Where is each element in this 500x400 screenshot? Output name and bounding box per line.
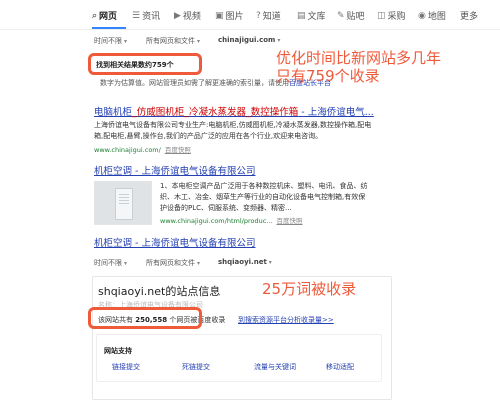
tab-images[interactable]: ▣ 图片 bbox=[215, 9, 244, 23]
video-icon: ▶ bbox=[174, 10, 181, 21]
indexed-pages-highlight bbox=[88, 307, 202, 329]
shopping-icon: ◫ bbox=[377, 10, 386, 21]
dead-link-submit-button[interactable]: 死链提交 bbox=[182, 362, 210, 372]
estimate-text: 数字为估算值。网站管理员如需了解更准确的索引量，请使用 bbox=[100, 79, 289, 87]
time-filter-label: 时间不限 bbox=[94, 37, 122, 45]
question-icon: ? bbox=[256, 10, 261, 21]
result-title-1-hl: _仿威图机柜_冷凝水蒸发器_数控操作箱 bbox=[132, 107, 299, 118]
scope-filter[interactable]: 所有网页和文件 ▾ bbox=[146, 36, 200, 46]
result-thumbnail[interactable] bbox=[94, 181, 152, 225]
tab-purchase[interactable]: ◫ 采购 bbox=[377, 9, 406, 23]
tab-video-label: 视频 bbox=[182, 12, 201, 22]
tab-wenku[interactable]: ▤ 文库 bbox=[297, 9, 326, 23]
result-title-1-pre: 电脑机柜 bbox=[94, 107, 133, 118]
tab-tieba-label: 贴吧 bbox=[346, 12, 365, 22]
tab-map-label: 地图 bbox=[427, 12, 446, 22]
tab-video[interactable]: ▶ 视频 bbox=[174, 9, 201, 23]
tab-images-label: 图片 bbox=[225, 12, 244, 22]
site-support-box bbox=[96, 334, 382, 382]
result-title-2[interactable]: 机柜空调 - 上海侨谊电气设备有限公司 bbox=[94, 163, 255, 177]
result-title-1[interactable]: 电脑机柜_仿威图机柜_冷凝水蒸发器_数控操作箱 - 上海侨谊电气... bbox=[94, 104, 374, 118]
result-snippet-1b: 箱,配电柜,悬臂,操作台,我们的产品广泛的应用在各个行业,欢迎来电咨询。 bbox=[94, 132, 323, 140]
time-filter-bottom-label: 时间不限 bbox=[94, 259, 122, 267]
tab-web[interactable]: ⌕ 网页 bbox=[92, 9, 118, 23]
result-url-2-text: www.chinajigui.com/html/produc... bbox=[160, 217, 273, 225]
scope-filter-label: 所有网页和文件 bbox=[146, 37, 195, 45]
forum-icon: ✎ bbox=[337, 10, 345, 21]
tab-news-label: 资讯 bbox=[142, 12, 161, 22]
document-icon: ▤ bbox=[297, 10, 306, 21]
chevron-down-icon: ▾ bbox=[124, 260, 128, 267]
chevron-down-icon: ▾ bbox=[277, 37, 281, 44]
chevron-down-icon: ▾ bbox=[268, 259, 272, 266]
analyze-index-link[interactable]: 到搜索资源平台分析收录量>> bbox=[238, 315, 334, 325]
image-icon: ▣ bbox=[215, 10, 224, 21]
tab-more[interactable]: 更多 bbox=[460, 9, 478, 22]
result-count-highlight bbox=[88, 53, 202, 75]
site-filter[interactable]: chinajigui.com ▾ bbox=[218, 36, 280, 44]
traffic-keywords-button[interactable]: 流量与关键词 bbox=[254, 362, 296, 372]
news-icon: ☰ bbox=[132, 10, 141, 21]
tab-web-label: 网页 bbox=[99, 12, 118, 22]
active-tab-indicator bbox=[92, 27, 126, 29]
annotation-bottom: 25万词被收录 bbox=[262, 280, 357, 298]
site-filter-bottom[interactable]: shqiaoyi.net ▾ bbox=[218, 258, 272, 266]
vent-grille bbox=[119, 194, 129, 204]
result-snippet-2c: 护设备的PLC、伺服系统、变频器、精密... bbox=[160, 204, 292, 212]
result-snippet-2a: 1、本电柜空调产品广泛用于各种数控机床、塑料、电讯、食品、纺 bbox=[160, 182, 368, 190]
chevron-down-icon: ▾ bbox=[124, 38, 128, 45]
result-title-3[interactable]: 机柜空调 - 上海侨谊电气设备有限公司 bbox=[94, 235, 255, 249]
result-url-2[interactable]: www.chinajigui.com/html/produc... 百度快照 bbox=[160, 215, 302, 225]
result-url-1[interactable]: www.chinajigui.com/百度快照 bbox=[94, 144, 191, 154]
time-filter[interactable]: 时间不限 ▾ bbox=[94, 36, 127, 46]
result-url-1-text: www.chinajigui.com/ bbox=[94, 146, 161, 154]
scope-filter-bottom-label: 所有网页和文件 bbox=[146, 259, 195, 267]
tab-tieba[interactable]: ✎ 贴吧 bbox=[337, 9, 365, 23]
scope-filter-bottom[interactable]: 所有网页和文件 ▾ bbox=[146, 258, 200, 268]
tab-news[interactable]: ☰ 资讯 bbox=[132, 9, 161, 23]
result-title-1-post: - 上海侨谊电气... bbox=[298, 107, 374, 118]
tab-wenku-label: 文库 bbox=[307, 12, 326, 22]
tab-zhidao-label: 知道 bbox=[262, 12, 281, 22]
tab-map[interactable]: ◉ 地图 bbox=[418, 9, 446, 23]
cabinet-image bbox=[115, 188, 133, 220]
site-support-label: 网站支持 bbox=[104, 347, 132, 355]
chevron-down-icon: ▾ bbox=[197, 260, 201, 267]
mobile-adapt-button[interactable]: 移动适配 bbox=[326, 362, 354, 372]
tab-more-label: 更多 bbox=[460, 12, 479, 22]
chevron-down-icon: ▾ bbox=[197, 38, 201, 45]
result-snippet-2b: 织、木工、冶金、烟草生产等行业的自动化设备电气控制箱,有效保 bbox=[160, 193, 366, 201]
search-icon: ⌕ bbox=[92, 10, 98, 21]
annotation-top-line2: 只有759个收录 bbox=[276, 67, 380, 85]
result-snippet-1a: 上海侨谊电气设备有限公司专业生产:电脑机柜,仿威图机柜,冷凝水蒸发器,数控操作箱… bbox=[94, 121, 372, 129]
tab-purchase-label: 采购 bbox=[387, 12, 406, 22]
site-info-title: shqiaoyi.net的站点信息 bbox=[98, 285, 221, 298]
site-filter-bottom-label: shqiaoyi.net bbox=[218, 258, 267, 266]
link-submit-button[interactable]: 链接提交 bbox=[112, 362, 140, 372]
time-filter-bottom[interactable]: 时间不限 ▾ bbox=[94, 258, 127, 268]
site-filter-label: chinajigui.com bbox=[218, 36, 276, 44]
search-nav-bar: ⌕ 网页 ☰ 资讯 ▶ 视频 ▣ 图片 ? 知道 ▤ 文库 ✎ 贴吧 ◫ 采购 … bbox=[0, 0, 500, 30]
annotation-top-line1: 优化时间比新网站多几年 bbox=[276, 49, 442, 67]
cache-link[interactable]: 百度快照 bbox=[165, 146, 191, 154]
map-pin-icon: ◉ bbox=[418, 10, 426, 21]
tab-zhidao[interactable]: ? 知道 bbox=[256, 9, 281, 23]
cache-link[interactable]: 百度快照 bbox=[276, 217, 302, 225]
